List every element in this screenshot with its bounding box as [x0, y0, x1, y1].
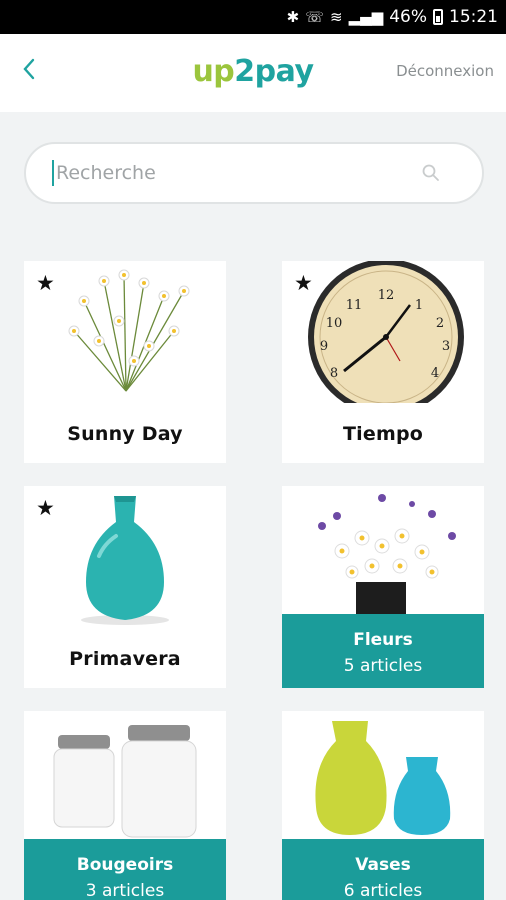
card-title: Primavera	[69, 648, 181, 670]
text-cursor	[52, 160, 54, 186]
status-icons: ✱ ☏ ≋ ▂▄▆	[287, 8, 384, 26]
battery-icon	[433, 9, 443, 25]
wifi-icon: ≋	[330, 8, 343, 26]
category-band: Fleurs 5 articles	[282, 614, 484, 688]
card-title: Sunny Day	[67, 423, 183, 445]
search-icon[interactable]	[422, 164, 440, 182]
svg-text:10: 10	[326, 316, 343, 331]
bluetooth-icon: ✱	[286, 8, 300, 26]
category-band: Vases 6 articles	[282, 839, 484, 900]
card-tiempo[interactable]: 12 1 2 3 4 11 10 9 8 ★ Tiempo	[282, 261, 484, 463]
logout-button[interactable]: Déconnexion	[396, 62, 494, 80]
flower-vase-image	[318, 494, 456, 614]
search-input[interactable]	[56, 162, 416, 184]
card-title: Tiempo	[342, 423, 423, 445]
signal-icon: ▂▄▆	[348, 8, 384, 26]
category-count: 3 articles	[85, 881, 165, 900]
favorite-star-icon[interactable]: ★	[36, 271, 55, 295]
svg-text:11: 11	[346, 298, 363, 313]
category-title: Bougeoirs	[76, 855, 174, 875]
card-vases[interactable]: Vases 6 articles	[282, 711, 484, 900]
battery-percent: 46%	[389, 7, 427, 27]
card-sunny-day[interactable]: ★ Sunny Day	[24, 261, 226, 463]
vibrate-icon: ☏	[305, 8, 325, 26]
category-title: Fleurs	[353, 630, 413, 650]
category-band: Bougeoirs 3 articles	[24, 839, 226, 900]
svg-text:8: 8	[330, 366, 338, 381]
svg-text:1: 1	[415, 298, 423, 313]
category-title: Vases	[355, 855, 411, 875]
clock: 15:21	[449, 7, 498, 27]
card-primavera[interactable]: ★ Primavera	[24, 486, 226, 688]
svg-text:2: 2	[436, 316, 444, 331]
app-bar: up2pay Déconnexion	[0, 34, 506, 112]
card-bougeoirs[interactable]: Bougeoirs 3 articles	[24, 711, 226, 900]
vases-image	[315, 721, 451, 835]
svg-text:9: 9	[320, 339, 328, 354]
favorite-star-icon[interactable]: ★	[294, 271, 313, 295]
category-count: 5 articles	[343, 656, 423, 676]
category-count: 6 articles	[343, 881, 423, 900]
svg-text:12: 12	[378, 288, 395, 303]
search-bar[interactable]	[24, 142, 484, 204]
card-fleurs[interactable]: Fleurs 5 articles	[282, 486, 484, 688]
favorite-star-icon[interactable]: ★	[36, 496, 55, 520]
candle-jars-image	[53, 725, 197, 838]
svg-text:3: 3	[442, 339, 450, 354]
svg-text:4: 4	[431, 366, 439, 381]
status-bar: ✱ ☏ ≋ ▂▄▆ 46% 15:21	[0, 0, 506, 34]
